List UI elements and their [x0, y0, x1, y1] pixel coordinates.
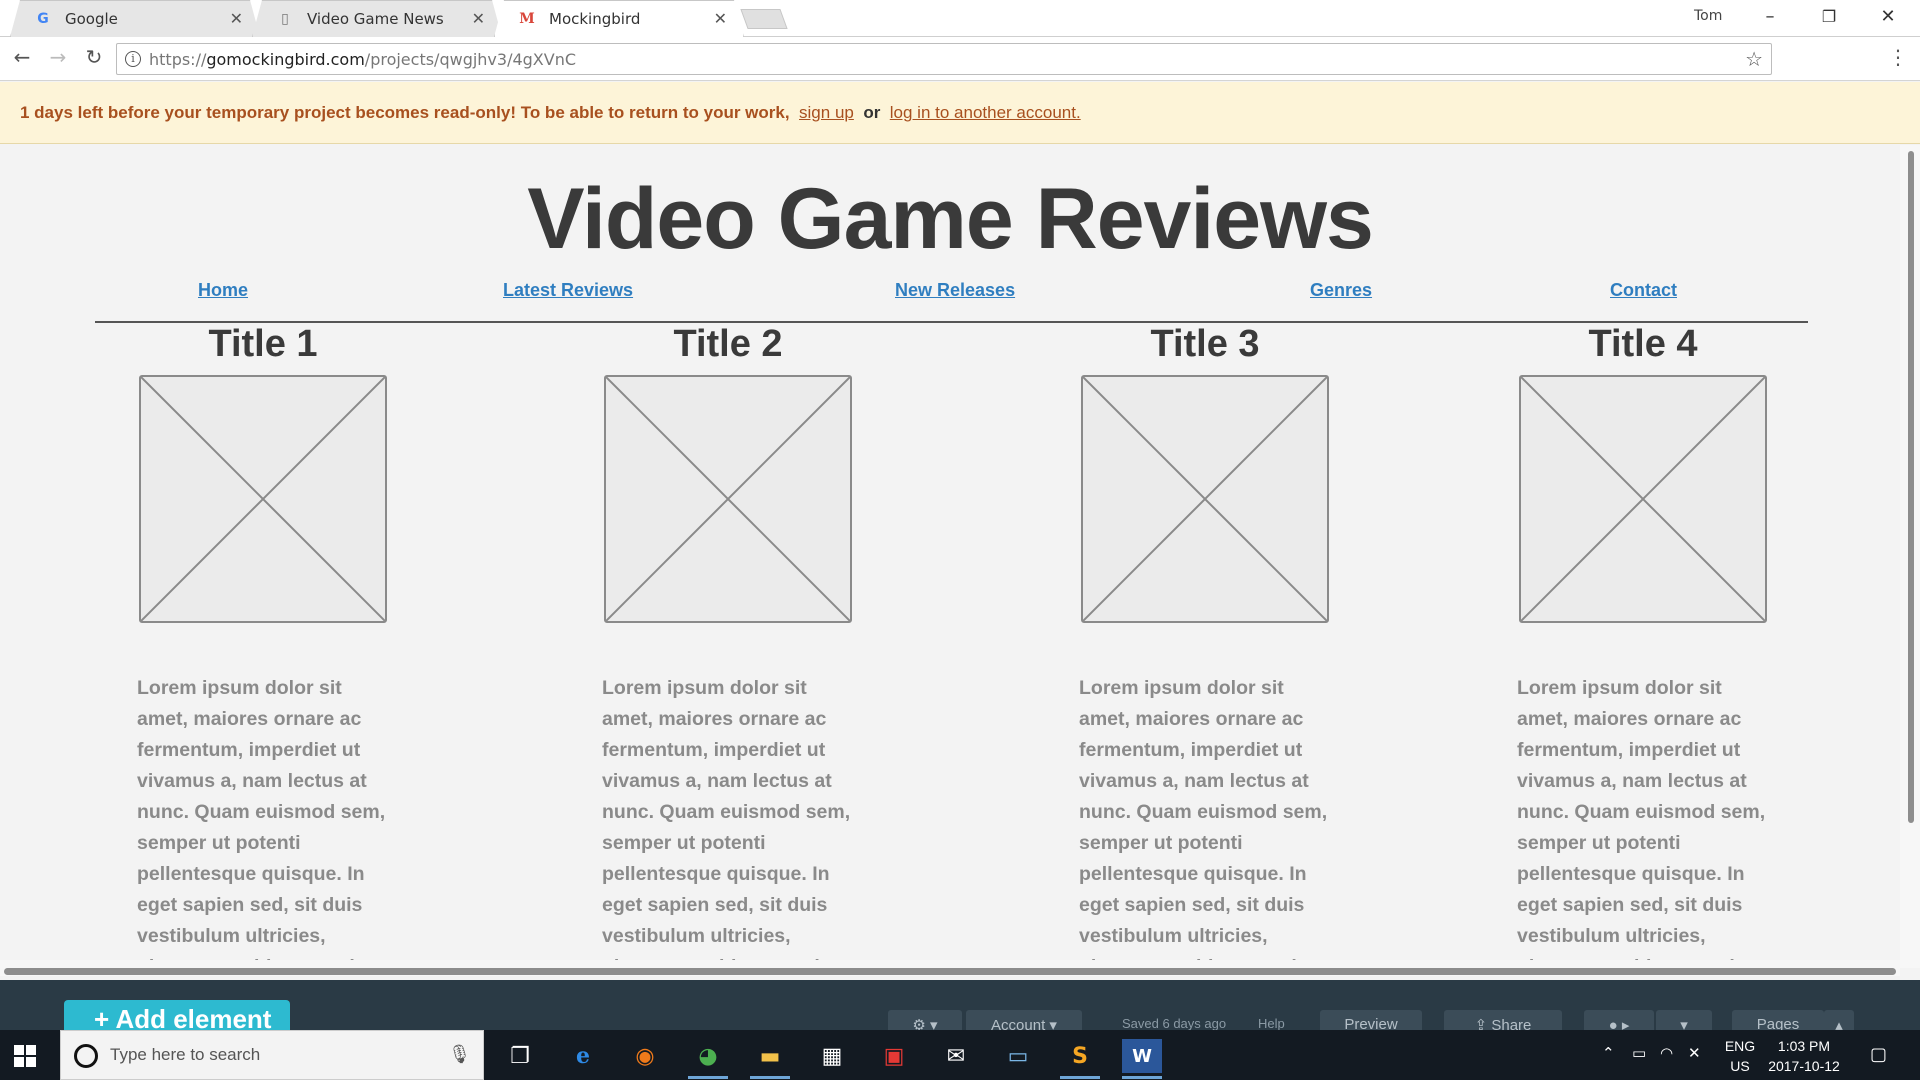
battery-icon[interactable]: ▭: [1632, 1044, 1646, 1062]
windows-start-icon[interactable]: [14, 1045, 36, 1067]
mockingbird-favicon-icon: M: [519, 11, 535, 27]
saved-status: Saved 6 days ago: [1122, 1016, 1227, 1031]
browser-tab-strip: G Google ✕ ▯ Video Game News ✕ M Mocking…: [0, 0, 1920, 37]
mail-icon[interactable]: ✉: [936, 1039, 976, 1073]
nav-contact-link[interactable]: Contact: [1610, 280, 1677, 301]
mockup-canvas[interactable]: Video Game Reviews Home Latest Reviews N…: [0, 145, 1900, 968]
image-placeholder[interactable]: [1081, 375, 1329, 623]
tab-label: Video Game News: [307, 10, 444, 28]
placeholder-cross-icon: [606, 377, 850, 621]
horizontal-scrollbar[interactable]: [0, 960, 1900, 976]
column-paragraph[interactable]: Lorem ipsum dolor sit amet, maiores orna…: [602, 673, 862, 963]
column-title[interactable]: Title 1: [133, 323, 393, 366]
close-icon[interactable]: ✕: [714, 9, 727, 28]
edge-icon[interactable]: e: [563, 1039, 603, 1073]
address-bar[interactable]: i https://gomockingbird.com/projects/qwg…: [116, 43, 1772, 75]
column-paragraph[interactable]: Lorem ipsum dolor sit amet, maiores orna…: [1079, 673, 1339, 963]
page-favicon-icon: ▯: [281, 11, 289, 27]
restore-icon[interactable]: ❐: [1814, 7, 1844, 26]
tab-google[interactable]: G Google ✕: [10, 0, 260, 37]
url-text[interactable]: https://gomockingbird.com/projects/qwgjh…: [149, 50, 576, 69]
window-close-icon[interactable]: ✕: [1873, 6, 1903, 27]
notice-or: or: [863, 103, 881, 122]
notifications-icon[interactable]: ▢: [1870, 1044, 1887, 1065]
notice-message: 1 days left before your temporary projec…: [20, 103, 790, 122]
tab-mockingbird[interactable]: M Mockingbird ✕: [494, 0, 744, 37]
reload-icon[interactable]: ↻: [80, 45, 108, 69]
page-title[interactable]: Video Game Reviews: [0, 170, 1900, 269]
help-link[interactable]: Help: [1258, 1016, 1285, 1031]
column-title[interactable]: Title 2: [598, 323, 858, 366]
wifi-icon[interactable]: ◠: [1660, 1044, 1673, 1062]
search-placeholder: Type here to search: [110, 1045, 261, 1064]
taskbar-search-box[interactable]: Type here to search 🎙: [60, 1030, 484, 1080]
close-icon[interactable]: ✕: [472, 9, 485, 28]
browser-toolbar: ← → ↻ i https://gomockingbird.com/projec…: [0, 37, 1920, 81]
scroll-thumb[interactable]: [4, 968, 1896, 975]
notice-text: 1 days left before your temporary projec…: [20, 103, 1081, 123]
editor-toolbar: + Add element ⚙ ▾ Account ▾ Saved 6 days…: [0, 980, 1920, 1040]
nav-new-releases-link[interactable]: New Releases: [895, 280, 1015, 301]
forward-icon[interactable]: →: [44, 45, 72, 69]
remote-desktop-icon[interactable]: ▭: [998, 1039, 1038, 1073]
language-indicator[interactable]: ENG US: [1720, 1036, 1760, 1076]
scroll-thumb[interactable]: [1908, 151, 1914, 823]
volume-muted-icon[interactable]: ✕: [1688, 1044, 1701, 1062]
image-placeholder[interactable]: [604, 375, 852, 623]
firefox-icon[interactable]: ◉: [625, 1039, 665, 1073]
close-icon[interactable]: ✕: [230, 9, 243, 28]
store-icon[interactable]: ▦: [812, 1039, 852, 1073]
bookmark-star-icon[interactable]: ☆: [1745, 47, 1763, 71]
nav-latest-reviews-link[interactable]: Latest Reviews: [503, 280, 633, 301]
placeholder-cross-icon: [141, 377, 385, 621]
microphone-icon[interactable]: 🎙: [448, 1044, 471, 1065]
browser-menu-icon[interactable]: ⋮: [1888, 45, 1908, 69]
tab-label: Mockingbird: [549, 10, 641, 28]
new-tab-button[interactable]: [740, 9, 788, 29]
gift-icon[interactable]: ▣: [874, 1039, 914, 1073]
word-icon[interactable]: W: [1122, 1039, 1162, 1079]
image-placeholder[interactable]: [1519, 375, 1767, 623]
log-in-link[interactable]: log in to another account.: [890, 103, 1081, 122]
column-paragraph[interactable]: Lorem ipsum dolor sit amet, maiores orna…: [1517, 673, 1777, 963]
placeholder-cross-icon: [1083, 377, 1327, 621]
nav-home-link[interactable]: Home: [198, 280, 248, 301]
sublime-text-icon[interactable]: S: [1060, 1039, 1100, 1079]
tab-label: Google: [65, 10, 118, 28]
windows-taskbar: Type here to search 🎙 ❐ e ◉ ◕ ▬ ▦ ▣ ✉ ▭ …: [0, 1030, 1920, 1080]
tab-video-game-news[interactable]: ▯ Video Game News ✕: [252, 0, 502, 37]
back-icon[interactable]: ←: [8, 45, 36, 69]
chevron-up-icon[interactable]: ⌃: [1602, 1044, 1615, 1062]
chrome-icon[interactable]: ◕: [688, 1039, 728, 1079]
google-favicon-icon: G: [37, 11, 49, 27]
minimize-icon[interactable]: –: [1755, 6, 1785, 27]
column-paragraph[interactable]: Lorem ipsum dolor sit amet, maiores orna…: [137, 673, 397, 963]
task-view-icon[interactable]: ❐: [500, 1039, 540, 1073]
nav-genres-link[interactable]: Genres: [1310, 280, 1372, 301]
file-explorer-icon[interactable]: ▬: [750, 1039, 790, 1079]
read-only-notice: 1 days left before your temporary projec…: [0, 82, 1920, 144]
placeholder-cross-icon: [1521, 377, 1765, 621]
profile-name[interactable]: Tom: [1694, 8, 1722, 24]
cortana-icon: [74, 1044, 98, 1068]
info-icon[interactable]: i: [125, 51, 141, 67]
image-placeholder[interactable]: [139, 375, 387, 623]
vertical-scrollbar[interactable]: [1900, 145, 1920, 968]
sign-up-link[interactable]: sign up: [799, 103, 854, 122]
system-clock[interactable]: 1:03 PM 2017-10-12: [1764, 1036, 1844, 1076]
column-title[interactable]: Title 4: [1513, 323, 1773, 366]
column-title[interactable]: Title 3: [1075, 323, 1335, 366]
